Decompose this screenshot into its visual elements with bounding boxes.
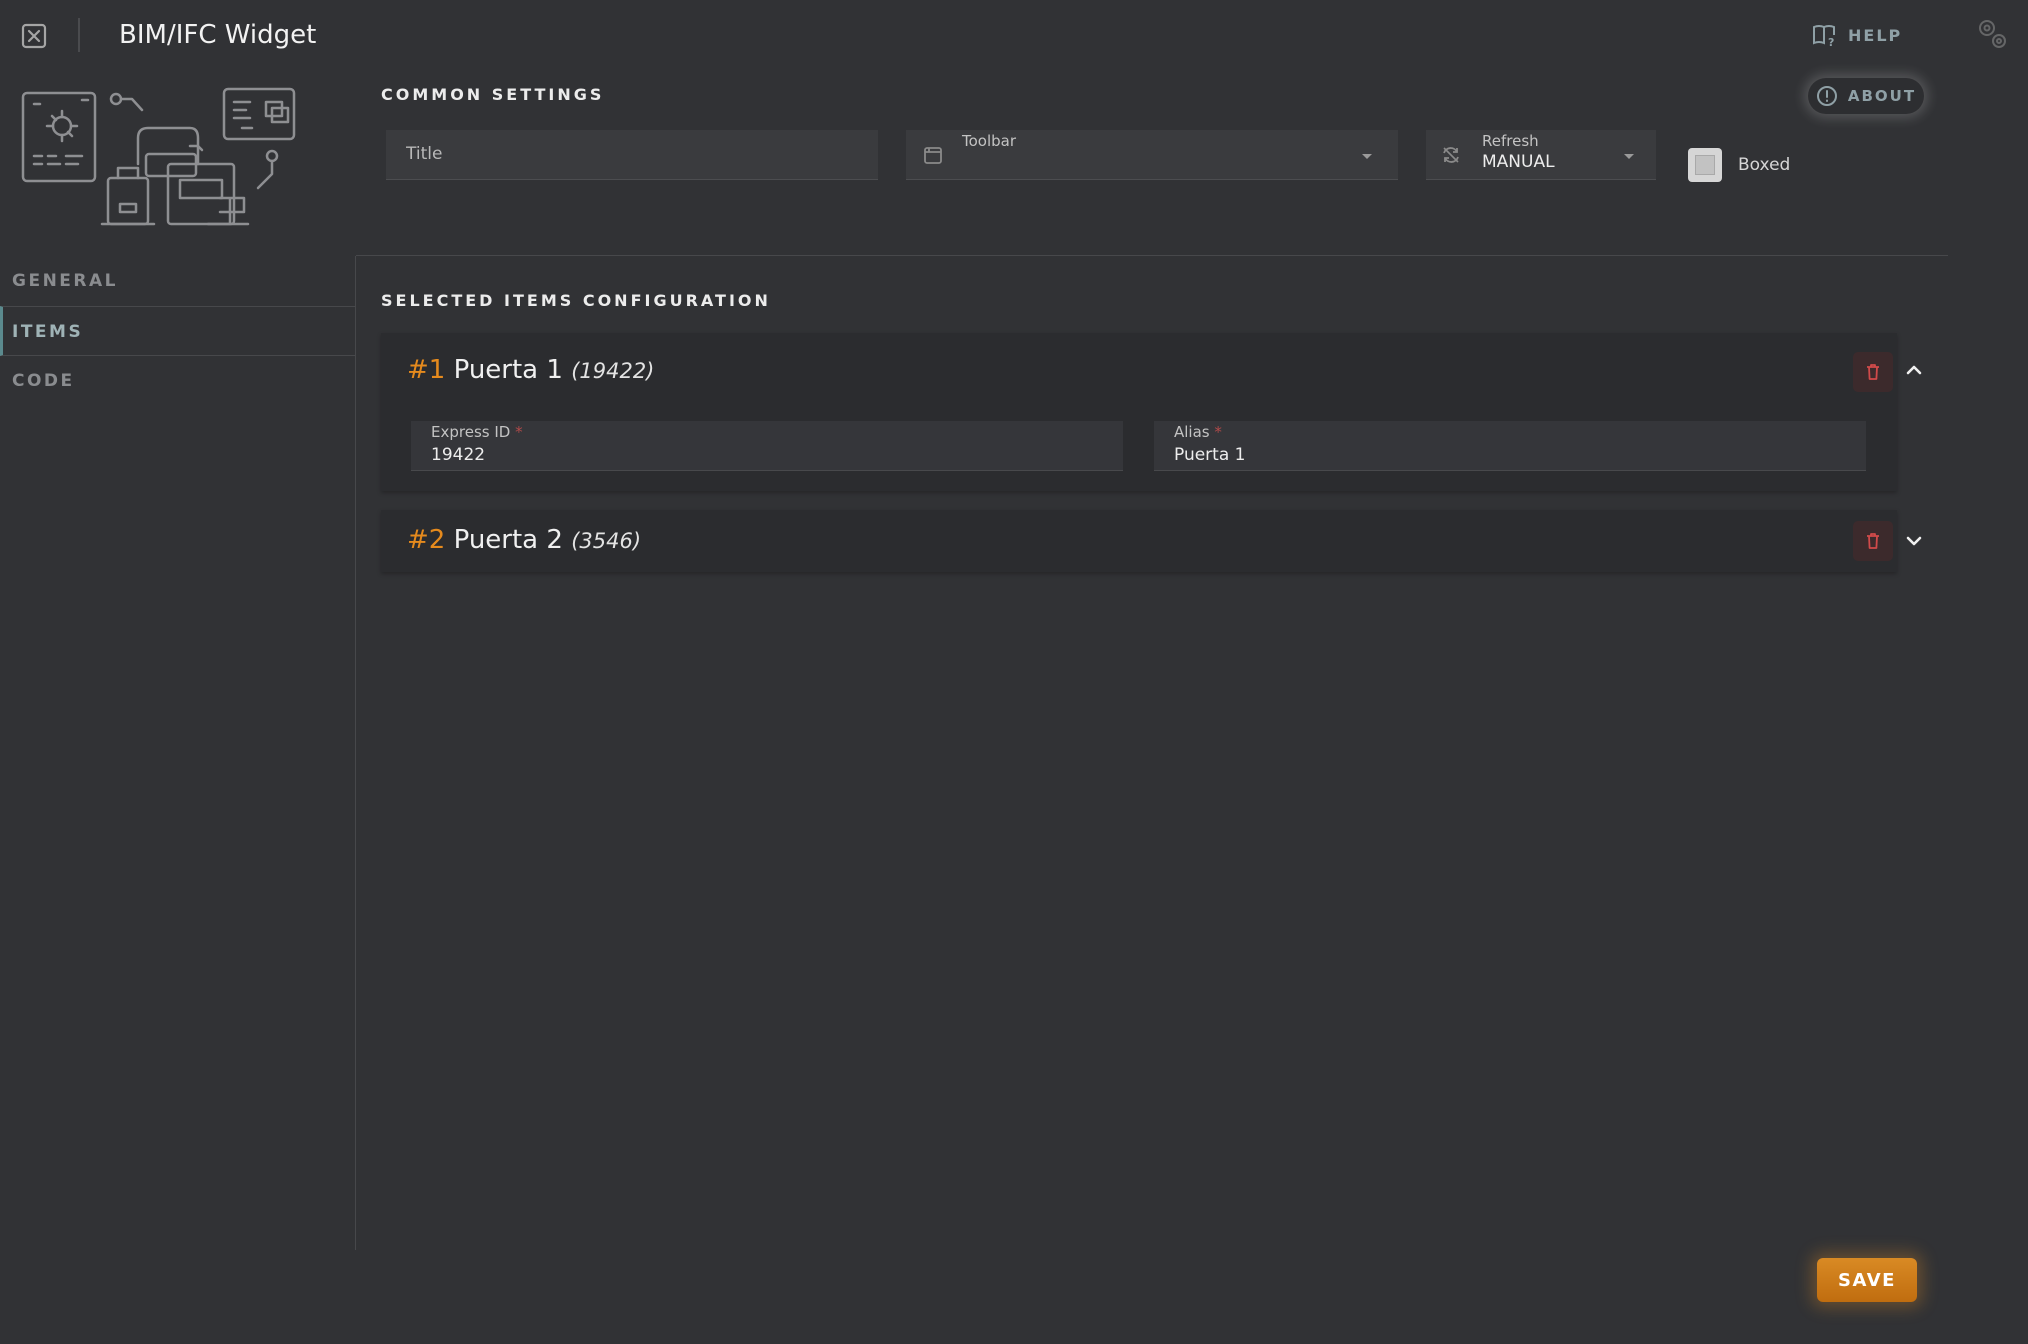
close-button[interactable] — [18, 20, 50, 52]
alias-label: Alias — [1174, 423, 1210, 441]
express-id-label: Express ID — [431, 423, 511, 441]
help-button[interactable]: ? HELP — [1812, 20, 1902, 50]
widget-illustration — [20, 84, 300, 230]
save-button[interactable]: SAVE — [1817, 1258, 1917, 1302]
selected-items-heading: SELECTED ITEMS CONFIGURATION — [381, 291, 771, 310]
item-express-id: (3546) — [571, 529, 642, 553]
trash-icon — [1867, 364, 1879, 380]
sidebar-divider — [355, 256, 356, 1250]
toolbar-label: Toolbar — [962, 132, 1017, 150]
refresh-select[interactable]: Refresh MANUAL — [1426, 130, 1656, 180]
item-header-1[interactable]: #1 Puerta 1 (19422) — [381, 333, 1922, 409]
item-card-2: #2 Puerta 2 (3546) — [381, 510, 1922, 572]
toolbar-window-icon — [924, 147, 942, 164]
common-settings-heading: COMMON SETTINGS — [381, 85, 605, 104]
toolbar-select[interactable]: Toolbar — [906, 130, 1398, 180]
required-mark: * — [1214, 423, 1222, 441]
alias-value: Puerta 1 — [1174, 445, 1246, 465]
refresh-icon — [1443, 147, 1459, 163]
sidebar-item-code[interactable]: CODE — [0, 356, 356, 406]
chevron-down-icon[interactable] — [1905, 532, 1923, 550]
svg-text:?: ? — [1828, 36, 1836, 47]
boxed-checkbox[interactable] — [1688, 148, 1722, 182]
chevron-up-icon[interactable] — [1905, 361, 1923, 379]
title-field[interactable] — [386, 130, 878, 180]
item-header-2[interactable]: #2 Puerta 2 (3546) — [381, 510, 1922, 572]
boxed-label: Boxed — [1738, 155, 1791, 175]
express-id-value: 19422 — [431, 445, 486, 465]
required-mark: * — [515, 423, 523, 441]
item-number: #2 — [407, 525, 446, 555]
header-separator — [78, 18, 80, 52]
about-label: ABOUT — [1847, 87, 1917, 105]
delete-item-button[interactable] — [1853, 352, 1893, 392]
item-name: Puerta 2 — [453, 525, 563, 555]
boxed-toggle[interactable]: Boxed — [1688, 148, 1790, 182]
title-input[interactable] — [406, 144, 858, 164]
sidebar-item-items[interactable]: ITEMS — [0, 306, 356, 356]
delete-item-button[interactable] — [1853, 521, 1893, 561]
about-button[interactable]: ABOUT — [1808, 78, 1924, 114]
info-icon — [1816, 86, 1837, 106]
item-name: Puerta 1 — [453, 355, 563, 385]
item-card-1: #1 Puerta 1 (19422) Express ID * 19422 A… — [381, 333, 1922, 491]
book-help-icon: ? — [1813, 25, 1836, 47]
alias-field[interactable]: Alias * Puerta 1 — [1154, 421, 1866, 471]
settings-gears-icon[interactable] — [1975, 16, 2009, 52]
item-number: #1 — [407, 355, 446, 385]
chevron-down-icon — [1362, 154, 1372, 159]
trash-icon — [1867, 533, 1879, 549]
express-id-field[interactable]: Express ID * 19422 — [411, 421, 1123, 471]
page-title: BIM/IFC Widget — [119, 20, 317, 50]
close-icon — [21, 23, 47, 49]
chevron-down-icon — [1624, 154, 1634, 159]
sidebar-item-general[interactable]: GENERAL — [0, 256, 356, 306]
help-label: HELP — [1848, 25, 1903, 45]
section-divider — [356, 255, 1948, 256]
refresh-label: Refresh — [1482, 132, 1539, 150]
refresh-value: MANUAL — [1482, 152, 1555, 172]
item-express-id: (19422) — [571, 359, 655, 383]
